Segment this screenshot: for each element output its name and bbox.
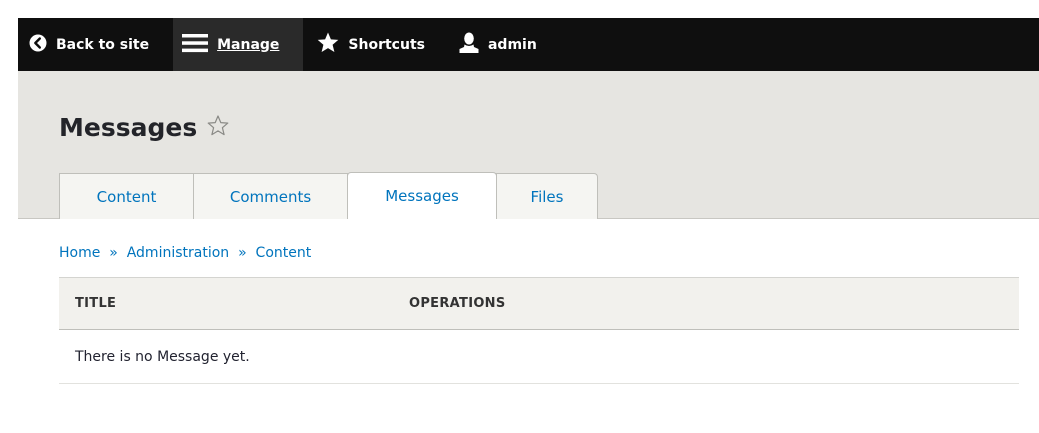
shortcut-star-icon[interactable] bbox=[207, 113, 229, 142]
breadcrumb-separator: » bbox=[104, 245, 123, 261]
page-title-wrap: Messages bbox=[59, 113, 229, 142]
column-header-operations: OPERATIONS bbox=[409, 296, 506, 311]
shortcuts-tab[interactable]: Shortcuts bbox=[303, 18, 453, 71]
user-label: admin bbox=[487, 36, 537, 53]
primary-tabs: Content Comments Messages Files bbox=[59, 172, 598, 219]
tab-messages[interactable]: Messages bbox=[347, 172, 497, 219]
breadcrumb-separator: » bbox=[233, 245, 252, 261]
tab-comments[interactable]: Comments bbox=[193, 173, 348, 219]
breadcrumb-home[interactable]: Home bbox=[59, 245, 100, 261]
admin-toolbar: Back to site Manage Shortcuts admin bbox=[18, 18, 1039, 71]
empty-message-row: There is no Message yet. bbox=[59, 330, 1019, 384]
column-header-title[interactable]: TITLE bbox=[59, 296, 409, 311]
manage-label: Manage bbox=[217, 36, 280, 53]
page-header: Messages Content Comments Messages Files bbox=[18, 71, 1039, 219]
back-to-site-link[interactable]: Back to site bbox=[18, 18, 173, 71]
tab-files[interactable]: Files bbox=[496, 173, 598, 219]
page: Back to site Manage Shortcuts admin Mess… bbox=[0, 0, 1039, 433]
chevron-left-circle-icon bbox=[29, 34, 47, 56]
user-icon bbox=[459, 32, 479, 58]
breadcrumb-content[interactable]: Content bbox=[256, 245, 312, 261]
hamburger-menu-icon bbox=[182, 33, 209, 57]
shortcuts-label: Shortcuts bbox=[348, 36, 425, 53]
user-tab[interactable]: admin bbox=[453, 18, 557, 71]
breadcrumb-administration[interactable]: Administration bbox=[127, 245, 229, 261]
star-icon bbox=[317, 32, 339, 57]
table-header: TITLE OPERATIONS bbox=[59, 277, 1019, 330]
page-title: Messages bbox=[59, 113, 198, 142]
back-to-site-label: Back to site bbox=[56, 36, 150, 53]
tab-content[interactable]: Content bbox=[59, 173, 194, 219]
breadcrumb: Home » Administration » Content bbox=[59, 245, 311, 261]
manage-tab[interactable]: Manage bbox=[173, 18, 304, 71]
messages-table: TITLE OPERATIONS There is no Message yet… bbox=[59, 277, 1019, 384]
